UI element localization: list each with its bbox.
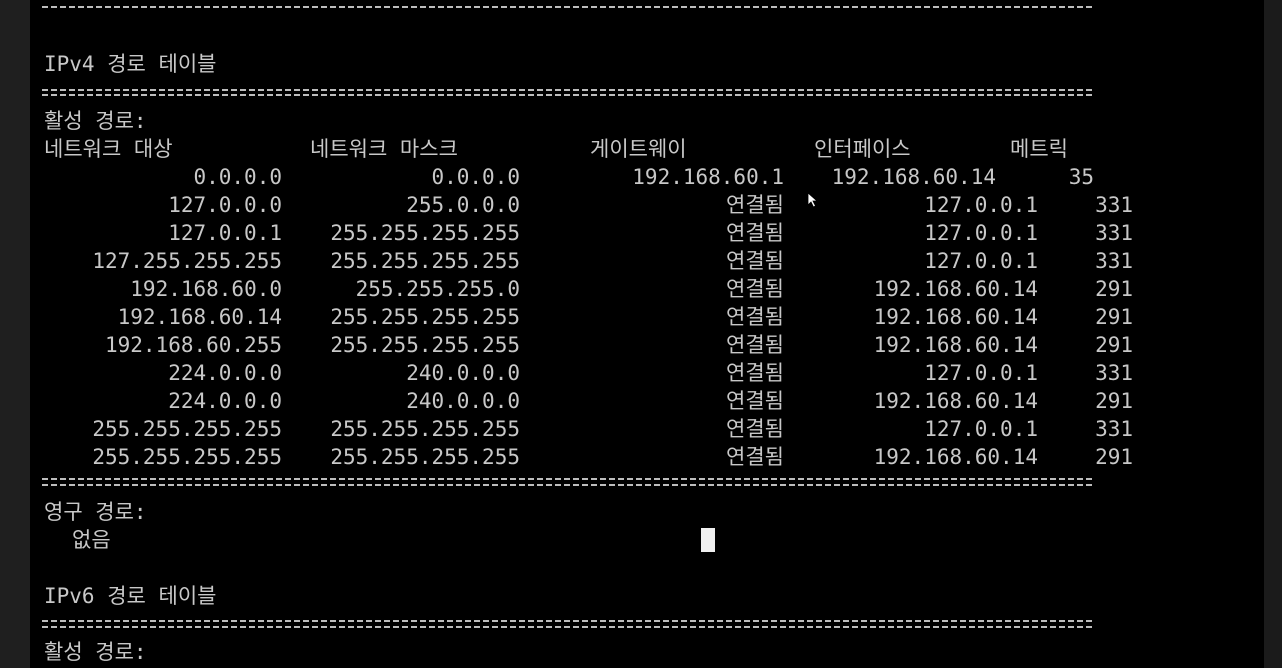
- route-gateway: 연결됨: [726, 417, 784, 441]
- header-gateway: 게이트웨이: [590, 137, 687, 161]
- route-mask: 255.255.255.255: [330, 445, 520, 469]
- route-gateway: 연결됨: [726, 221, 784, 245]
- ipv4-table-title: IPv4 경로 테이블: [44, 52, 217, 76]
- route-destination: 127.255.255.255: [92, 249, 282, 273]
- route-interface: 127.0.0.1: [924, 249, 1038, 273]
- route-gateway: 연결됨: [726, 193, 784, 217]
- route-metric: 291: [1095, 333, 1133, 357]
- route-interface: 127.0.0.1: [924, 221, 1038, 245]
- route-mask: 255.255.255.255: [330, 417, 520, 441]
- route-interface: 192.168.60.14: [873, 445, 1038, 469]
- route-interface: 192.168.60.14: [873, 333, 1038, 357]
- ipv6-active-routes-label: 활성 경로:: [44, 640, 147, 664]
- left-window-edge: [0, 0, 30, 668]
- mouse-pointer-icon: [807, 192, 819, 208]
- route-gateway: 192.168.60.1: [632, 165, 784, 189]
- route-interface: 127.0.0.1: [924, 361, 1038, 385]
- persistent-routes-label: 영구 경로:: [44, 500, 147, 524]
- route-metric: 331: [1095, 361, 1133, 385]
- route-mask: 240.0.0.0: [406, 361, 520, 385]
- separator-line: [42, 478, 1092, 480]
- route-metric: 331: [1095, 417, 1133, 441]
- route-metric: 331: [1095, 249, 1133, 273]
- route-mask: 255.0.0.0: [406, 193, 520, 217]
- separator-line: [42, 626, 1092, 628]
- route-gateway: 연결됨: [726, 361, 784, 385]
- route-metric: 331: [1095, 221, 1133, 245]
- separator-line: [42, 89, 1092, 91]
- route-destination: 255.255.255.255: [92, 417, 282, 441]
- route-destination: 192.168.60.14: [117, 305, 282, 329]
- route-interface: 192.168.60.14: [831, 165, 996, 189]
- route-metric: 291: [1095, 445, 1133, 469]
- header-interface: 인터페이스: [814, 137, 911, 161]
- route-mask: 255.255.255.255: [330, 305, 520, 329]
- route-gateway: 연결됨: [726, 305, 784, 329]
- route-metric: 291: [1095, 389, 1133, 413]
- route-mask: 255.255.255.255: [330, 221, 520, 245]
- console-output[interactable]: IPv4 경로 테이블 활성 경로: 네트워크 대상 네트워크 마스크 게이트웨…: [30, 0, 1264, 668]
- route-gateway: 연결됨: [726, 277, 784, 301]
- persistent-routes-value: 없음: [72, 528, 111, 552]
- route-metric: 331: [1095, 193, 1133, 217]
- separator-line: [42, 6, 1092, 8]
- separator-line: [42, 484, 1092, 486]
- route-interface: 192.168.60.14: [873, 277, 1038, 301]
- route-destination: 127.0.0.1: [168, 221, 282, 245]
- route-interface: 127.0.0.1: [924, 417, 1038, 441]
- route-destination: 224.0.0.0: [168, 389, 282, 413]
- header-mask: 네트워크 마스크: [310, 137, 458, 161]
- route-destination: 255.255.255.255: [92, 445, 282, 469]
- separator-line: [42, 620, 1092, 622]
- header-destination: 네트워크 대상: [44, 137, 173, 161]
- header-metric: 메트릭: [1010, 137, 1068, 161]
- route-destination: 0.0.0.0: [193, 165, 282, 189]
- route-mask: 0.0.0.0: [431, 165, 520, 189]
- scrollbar-track[interactable]: [1264, 0, 1282, 668]
- route-interface: 127.0.0.1: [924, 193, 1038, 217]
- text-cursor: [701, 528, 715, 552]
- route-interface: 192.168.60.14: [873, 389, 1038, 413]
- active-routes-label: 활성 경로:: [44, 109, 147, 133]
- route-metric: 35: [1068, 165, 1094, 189]
- route-interface: 192.168.60.14: [873, 305, 1038, 329]
- route-destination: 192.168.60.255: [104, 333, 282, 357]
- route-destination: 224.0.0.0: [168, 361, 282, 385]
- route-gateway: 연결됨: [726, 249, 784, 273]
- route-gateway: 연결됨: [726, 389, 784, 413]
- route-metric: 291: [1095, 277, 1133, 301]
- route-gateway: 연결됨: [726, 445, 784, 469]
- route-mask: 240.0.0.0: [406, 389, 520, 413]
- route-mask: 255.255.255.255: [330, 333, 520, 357]
- route-gateway: 연결됨: [726, 333, 784, 357]
- separator-line: [42, 94, 1092, 96]
- ipv6-table-title: IPv6 경로 테이블: [44, 584, 217, 608]
- route-mask: 255.255.255.0: [355, 277, 520, 301]
- route-mask: 255.255.255.255: [330, 249, 520, 273]
- route-metric: 291: [1095, 305, 1133, 329]
- route-destination: 127.0.0.0: [168, 193, 282, 217]
- route-destination: 192.168.60.0: [130, 277, 282, 301]
